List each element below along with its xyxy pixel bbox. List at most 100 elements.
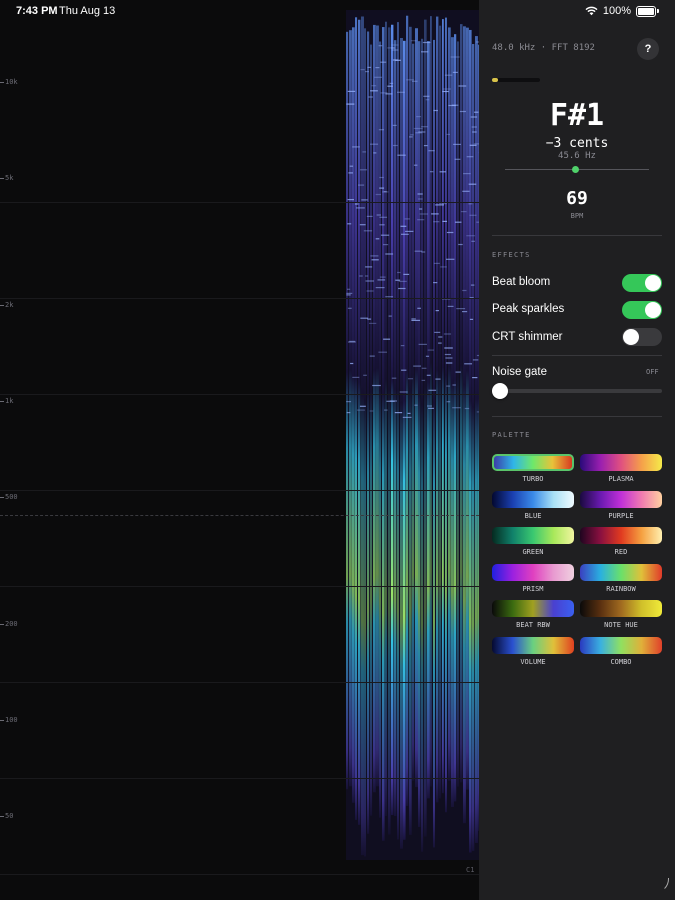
peak-sparkles-toggle[interactable] bbox=[622, 301, 662, 319]
palette-swatch-rainbow[interactable] bbox=[580, 563, 662, 581]
spectrogram-harmonic-dot bbox=[398, 287, 406, 290]
spectrogram-stripe bbox=[445, 17, 447, 813]
spectrogram-harmonic-dot bbox=[346, 401, 352, 403]
spectrogram-harmonic-dot bbox=[370, 255, 379, 257]
noise-gate-state: OFF bbox=[646, 368, 659, 376]
spectrogram-view[interactable]: 10k 5k 2k 1k 500 200 100 50 C1 bbox=[0, 0, 479, 900]
spectrogram-harmonic-dot bbox=[427, 349, 434, 351]
input-level-meter bbox=[492, 78, 540, 82]
spectrogram-harmonic-dot bbox=[458, 243, 463, 246]
cents-offset: −3 cents bbox=[545, 136, 609, 151]
spectrogram-harmonic-dot bbox=[410, 40, 417, 42]
spectrogram-harmonic-dot bbox=[442, 220, 448, 222]
spectrogram-harmonic-dot bbox=[347, 199, 354, 201]
palette-swatch-purple[interactable] bbox=[580, 490, 662, 508]
palette-swatch-prism[interactable] bbox=[492, 563, 574, 581]
gridline bbox=[0, 778, 479, 779]
spectrogram-harmonic-dot bbox=[409, 136, 413, 138]
spectrogram-harmonic-dot bbox=[352, 146, 360, 148]
effects-heading: EFFECTS bbox=[492, 251, 531, 259]
spectrogram-harmonic-dot bbox=[427, 405, 433, 407]
spectrogram-harmonic-dot bbox=[428, 150, 435, 152]
spectrogram-harmonic-dot bbox=[428, 407, 434, 409]
spectrogram-harmonic-dot bbox=[366, 215, 373, 217]
note-edge-label: C1 bbox=[466, 866, 475, 874]
spectrogram-harmonic-dot bbox=[460, 211, 467, 213]
spectrogram-stripe bbox=[391, 24, 394, 816]
spectrogram-harmonic-dot bbox=[375, 238, 380, 240]
palette-swatch-note-hue[interactable] bbox=[580, 600, 662, 617]
spectrogram-harmonic-dot bbox=[361, 199, 368, 201]
palette-swatch-volume[interactable] bbox=[492, 636, 574, 654]
spectrogram-harmonic-dot bbox=[414, 404, 418, 406]
spectrogram-harmonic-dot bbox=[391, 47, 396, 49]
help-button[interactable]: ? bbox=[637, 38, 659, 60]
y-tick-label: 200 bbox=[5, 620, 18, 628]
effect-crt-shimmer-label: CRT shimmer bbox=[492, 331, 563, 343]
status-date: Thu Aug 13 bbox=[59, 5, 116, 17]
reference-dashed-line bbox=[0, 515, 479, 516]
wifi-icon bbox=[585, 6, 598, 16]
spectrogram-stripe bbox=[361, 16, 364, 856]
spectrogram-stripe bbox=[472, 44, 475, 851]
gridline bbox=[0, 394, 479, 395]
y-tick-label: 100 bbox=[5, 716, 18, 724]
spectrogram-harmonic-dot bbox=[462, 289, 467, 292]
spectrogram-harmonic-dot bbox=[472, 359, 479, 361]
spectrogram-stripe bbox=[364, 28, 367, 857]
spectrogram-harmonic-dot bbox=[414, 250, 423, 252]
spectrogram-harmonic-dot bbox=[350, 362, 354, 365]
spectrogram-harmonic-dot bbox=[458, 85, 467, 87]
beat-bloom-toggle[interactable] bbox=[622, 274, 662, 292]
spectrogram-harmonic-dot bbox=[413, 164, 418, 166]
spectrogram-harmonic-dot bbox=[444, 347, 453, 349]
palette-swatch-green[interactable] bbox=[492, 527, 574, 544]
crt-shimmer-toggle[interactable] bbox=[622, 328, 662, 346]
spectrogram-harmonic-dot bbox=[359, 405, 366, 407]
spectrogram-harmonic-dot bbox=[357, 409, 365, 411]
spectrogram-harmonic-dot bbox=[446, 231, 454, 234]
palette-label: PURPLE bbox=[608, 511, 634, 520]
spectrogram-stripe bbox=[475, 36, 478, 843]
spectrogram-harmonic-dot bbox=[443, 333, 452, 335]
spectrogram-stripe bbox=[394, 40, 397, 817]
spectrogram-harmonic-dot bbox=[348, 341, 356, 343]
spectrogram-harmonic-dot bbox=[472, 377, 478, 379]
palette-label: VOLUME bbox=[520, 657, 546, 666]
spectrogram-harmonic-dot bbox=[421, 367, 427, 369]
spectrogram-harmonic-dot bbox=[442, 90, 449, 93]
spectrogram-harmonic-dot bbox=[394, 412, 403, 414]
spectrogram-stripe bbox=[460, 24, 463, 783]
spectrogram-harmonic-dot bbox=[373, 152, 377, 154]
palette-swatch-turbo[interactable] bbox=[492, 454, 574, 471]
spectrogram-harmonic-dot bbox=[359, 275, 363, 277]
spectrogram-harmonic-dot bbox=[471, 240, 475, 242]
battery-percent: 100% bbox=[602, 5, 631, 17]
palette-swatch-blue[interactable] bbox=[492, 490, 574, 508]
bpm-value: 69 bbox=[566, 188, 588, 209]
spectrogram-harmonic-dot bbox=[421, 126, 428, 128]
spectrogram-harmonic-dot bbox=[410, 134, 414, 136]
noise-gate-slider-thumb[interactable] bbox=[492, 383, 508, 399]
spectrogram-stripe bbox=[430, 16, 432, 787]
palette-swatch-red[interactable] bbox=[580, 527, 662, 544]
spectrogram-harmonic-dot bbox=[468, 203, 473, 205]
spectrogram-harmonic-dot bbox=[417, 219, 425, 221]
palette-swatch-plasma[interactable] bbox=[580, 454, 662, 471]
spectrogram-harmonic-dot bbox=[379, 187, 385, 189]
spectrogram-harmonic-dot bbox=[433, 109, 438, 112]
spectrogram-harmonic-dot bbox=[365, 275, 369, 277]
spectrogram-harmonic-dot bbox=[377, 279, 386, 281]
palette-label: BEAT RBW bbox=[516, 621, 550, 629]
spectrogram-harmonic-dot bbox=[452, 407, 461, 409]
spectrogram-harmonic-dot bbox=[421, 51, 429, 53]
spectrogram-harmonic-dot bbox=[380, 61, 387, 63]
spectrogram-harmonic-dot bbox=[468, 183, 477, 185]
palette-label: RAINBOW bbox=[606, 584, 636, 593]
spectrogram-harmonic-dot bbox=[421, 379, 426, 381]
spectrogram-harmonic-dot bbox=[469, 144, 477, 146]
spectrogram-stripe bbox=[388, 27, 391, 835]
palette-swatch-beat-rbw[interactable] bbox=[492, 600, 574, 617]
noise-gate-slider[interactable] bbox=[492, 383, 662, 399]
palette-swatch-combo[interactable] bbox=[580, 636, 662, 654]
